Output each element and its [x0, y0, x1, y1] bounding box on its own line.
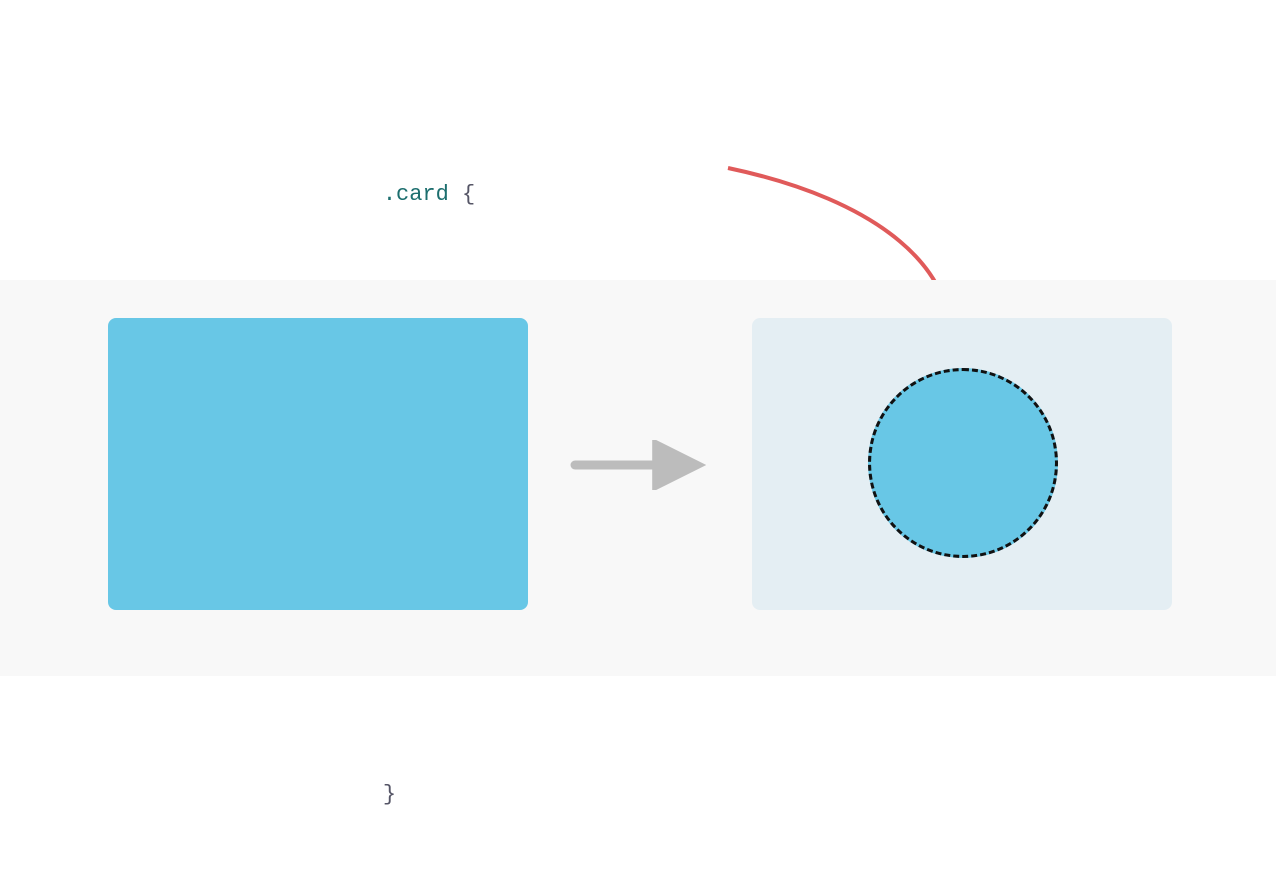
brace-close: }: [383, 782, 396, 807]
brace-open: {: [462, 182, 475, 207]
arrow-right-icon: [570, 440, 710, 490]
css-selector: .card: [383, 182, 449, 207]
demo-stage: [0, 280, 1276, 676]
card-before: [108, 318, 528, 610]
clip-circle-dashed-outline: [868, 368, 1058, 558]
